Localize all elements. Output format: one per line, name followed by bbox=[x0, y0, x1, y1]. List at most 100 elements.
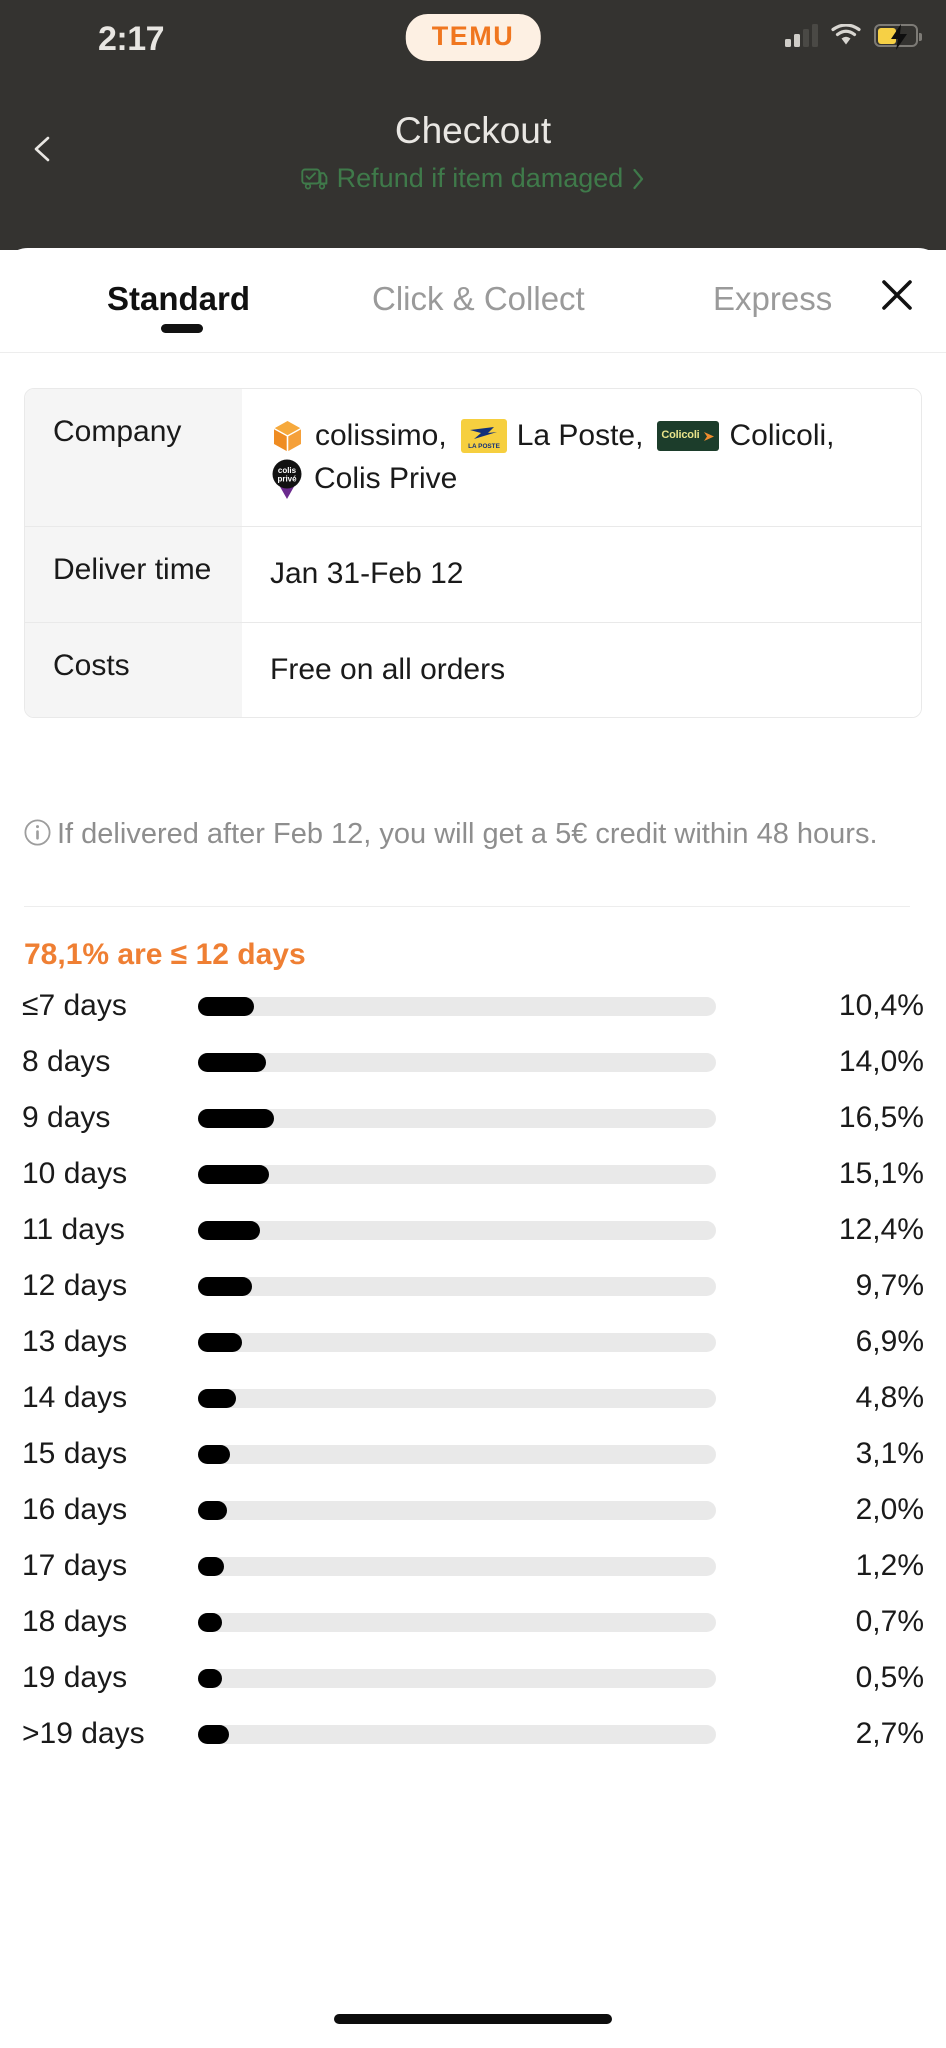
chevron-right-icon bbox=[633, 168, 644, 189]
delivery-distribution-chart: ≤7 days 10,4% 8 days 14,0% 9 days 16,5% 10 day… bbox=[0, 978, 946, 1762]
chart-row-label: 15 days bbox=[22, 1437, 128, 1470]
chart-row: 18 days 0,7% bbox=[0, 1594, 946, 1650]
table-row-deliver-time: Deliver time Jan 31-Feb 12 bbox=[25, 527, 921, 623]
carrier-colicoli: Colicoli Colicoli, bbox=[657, 415, 835, 458]
section-divider bbox=[24, 906, 910, 907]
status-bar-indicators bbox=[785, 23, 922, 50]
chart-row-value: 10,4% bbox=[838, 989, 924, 1022]
chart-row-value: 3,1% bbox=[855, 1437, 924, 1470]
chart-row-fill bbox=[198, 1612, 223, 1632]
chart-row-value: 16,5% bbox=[838, 1101, 924, 1134]
chart-row-label: 9 days bbox=[22, 1101, 111, 1134]
chart-row-value: 9,7% bbox=[855, 1269, 924, 1302]
chart-row-label: 18 days bbox=[22, 1605, 128, 1638]
svg-text:privé: privé bbox=[277, 474, 297, 483]
chart-row-label: 17 days bbox=[22, 1549, 128, 1582]
chart-row-fill bbox=[198, 1724, 229, 1744]
carrier-colicoli-label: Colicoli, bbox=[729, 419, 835, 452]
chart-row-fill bbox=[198, 996, 254, 1016]
chart-row-fill bbox=[198, 1052, 266, 1072]
active-tab-indicator bbox=[161, 324, 203, 333]
company-value: colissimo, LA POSTE La Poste, Colicoli C… bbox=[242, 389, 921, 527]
chart-row-fill bbox=[198, 1388, 236, 1408]
colicoli-arrow-icon bbox=[703, 431, 714, 441]
chart-row-value: 14,0% bbox=[838, 1045, 924, 1078]
chart-row: 19 days 0,5% bbox=[0, 1650, 946, 1706]
shipping-info-table: Company colissimo, LA POSTE La Poste, Co… bbox=[24, 388, 922, 719]
colicoli-logo-icon: Colicoli bbox=[657, 421, 720, 452]
chart-row-label: 11 days bbox=[22, 1213, 125, 1246]
costs-label: Costs bbox=[25, 622, 242, 718]
close-icon[interactable] bbox=[874, 272, 920, 318]
table-row-costs: Costs Free on all orders bbox=[25, 622, 921, 718]
charging-bolt-icon bbox=[891, 24, 907, 50]
info-circle-icon bbox=[24, 819, 51, 846]
temu-checkout-shipping-sheet: 2:17 TEMU Checkout Refund if item damage… bbox=[0, 0, 946, 2048]
tab-express[interactable]: Express bbox=[713, 280, 832, 318]
chart-row: ≤7 days 10,4% bbox=[0, 978, 946, 1034]
shipping-tabs: Standard Click & Collect Express bbox=[0, 248, 946, 353]
chart-row-value: 6,9% bbox=[855, 1325, 924, 1358]
colissimo-logo-icon bbox=[273, 420, 302, 452]
chart-row-fill bbox=[198, 1332, 243, 1352]
tab-standard[interactable]: Standard bbox=[107, 280, 250, 318]
chart-row-label: 13 days bbox=[22, 1325, 128, 1358]
refund-banner[interactable]: Refund if item damaged bbox=[0, 163, 946, 194]
chart-row: 8 days 14,0% bbox=[0, 1034, 946, 1090]
chart-row-track bbox=[198, 1444, 716, 1464]
colicoli-logo-text: Colicoli bbox=[661, 429, 700, 442]
chart-row-track bbox=[198, 1612, 716, 1632]
chart-row-label: ≤7 days bbox=[22, 989, 127, 1022]
chart-row-fill bbox=[198, 1556, 224, 1576]
signal-bars-icon bbox=[785, 23, 818, 47]
carrier-colis-prive-label: Colis Prive bbox=[314, 461, 458, 495]
chart-row-track bbox=[198, 1276, 716, 1296]
chart-row: 16 days 2,0% bbox=[0, 1482, 946, 1538]
delivery-distribution-title: 78,1% are ≤ 12 days bbox=[24, 938, 306, 971]
carrier-colis-prive: colis privé Colis Prive bbox=[270, 458, 457, 501]
chart-row-track bbox=[198, 1500, 716, 1520]
shipping-shield-icon bbox=[301, 168, 328, 189]
chart-row-track bbox=[198, 1556, 716, 1576]
battery-charging-icon bbox=[874, 24, 922, 50]
chart-row: 14 days 4,8% bbox=[0, 1370, 946, 1426]
company-label: Company bbox=[25, 389, 242, 527]
tab-click-and-collect[interactable]: Click & Collect bbox=[372, 280, 585, 318]
chart-row-value: 12,4% bbox=[838, 1213, 924, 1246]
chart-row: 13 days 6,9% bbox=[0, 1314, 946, 1370]
carrier-colissimo-label: colissimo, bbox=[315, 419, 447, 452]
chart-row-value: 1,2% bbox=[855, 1549, 924, 1582]
deliver-time-value: Jan 31-Feb 12 bbox=[242, 527, 921, 622]
chart-row-label: 10 days bbox=[22, 1157, 128, 1190]
wifi-icon bbox=[831, 24, 861, 45]
chart-row-label: >19 days bbox=[22, 1717, 145, 1750]
chart-row: >19 days 2,7% bbox=[0, 1706, 946, 1762]
chart-row-track bbox=[198, 1108, 716, 1128]
chart-row-value: 15,1% bbox=[838, 1157, 924, 1190]
status-bar: 2:17 TEMU bbox=[0, 0, 946, 82]
chart-row-track bbox=[198, 1332, 716, 1352]
carrier-colissimo: colissimo, bbox=[270, 415, 447, 458]
chart-row-value: 0,7% bbox=[855, 1605, 924, 1638]
deliver-time-label: Deliver time bbox=[25, 527, 242, 622]
chart-row-track bbox=[198, 1668, 716, 1688]
temu-brand-pill: TEMU bbox=[405, 14, 541, 61]
chart-row-label: 14 days bbox=[22, 1381, 128, 1414]
colis-prive-logo-icon: colis privé bbox=[270, 458, 304, 500]
chart-row: 9 days 16,5% bbox=[0, 1090, 946, 1146]
chart-row-fill bbox=[198, 1444, 231, 1464]
chart-row-fill bbox=[198, 1108, 274, 1128]
chart-row-track bbox=[198, 1388, 716, 1408]
chart-row-track bbox=[198, 1164, 716, 1184]
chart-row: 10 days 15,1% bbox=[0, 1146, 946, 1202]
chart-row-track bbox=[198, 1724, 716, 1744]
chart-row-fill bbox=[198, 1164, 270, 1184]
chart-row-value: 2,7% bbox=[855, 1717, 924, 1750]
chart-row-value: 0,5% bbox=[855, 1661, 924, 1694]
home-indicator bbox=[334, 2014, 612, 2024]
chart-row: 12 days 9,7% bbox=[0, 1258, 946, 1314]
chart-row-track bbox=[198, 1052, 716, 1072]
carrier-la-poste: LA POSTE La Poste, bbox=[460, 415, 643, 458]
chart-row-track bbox=[198, 1220, 716, 1240]
chart-row-fill bbox=[198, 1668, 222, 1688]
